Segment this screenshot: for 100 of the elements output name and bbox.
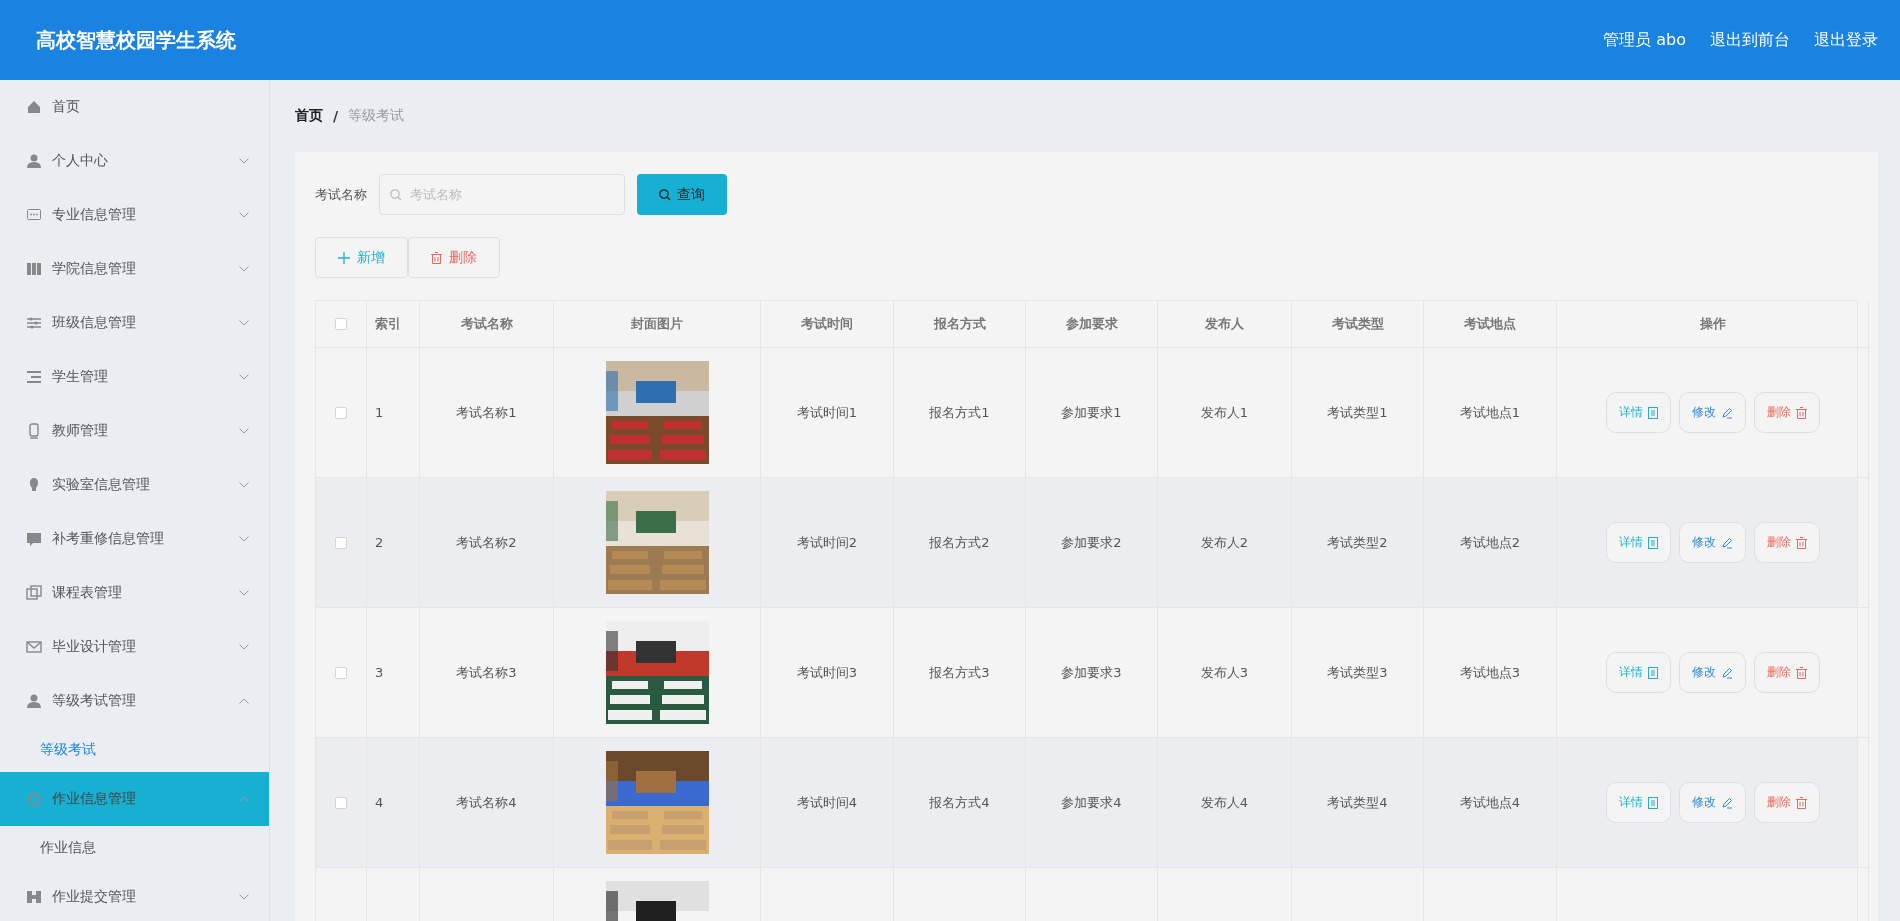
sidebar-item[interactable]: 作业信息管理: [0, 772, 269, 826]
checkbox[interactable]: [335, 318, 347, 330]
column-header: 报名方式: [894, 301, 1026, 348]
table-cell: 2: [375, 535, 384, 550]
column-header: 封面图片: [554, 301, 761, 348]
books-icon: [26, 261, 42, 277]
search-button[interactable]: 查询: [637, 174, 727, 215]
chevron-icon: [239, 374, 249, 380]
delete-button[interactable]: 删除: [1753, 782, 1820, 823]
chat-icon: [26, 207, 42, 223]
detail-button[interactable]: 详情: [1605, 652, 1671, 693]
sidebar-item[interactable]: 首页: [0, 80, 269, 134]
submenu-item[interactable]: 等级考试: [0, 728, 269, 772]
header-link[interactable]: 退出登录: [1814, 29, 1878, 51]
table-cell: 4: [375, 795, 384, 810]
table-cell: 3: [375, 665, 384, 680]
sidebar-item[interactable]: 实验室信息管理: [0, 458, 269, 512]
sidebar-item[interactable]: 个人中心: [0, 134, 269, 188]
table-cell: 参加要求2: [1061, 533, 1122, 552]
table-cell: 考试类型1: [1327, 403, 1388, 422]
table-cell: 报名方式3: [929, 663, 990, 682]
chevron-icon: [239, 644, 249, 650]
checkbox[interactable]: [335, 666, 347, 679]
table-cell: 考试时间1: [796, 403, 858, 422]
user-icon: [26, 153, 42, 169]
trash-icon: [1795, 536, 1807, 549]
chevron-icon: [239, 482, 249, 488]
pencil-icon: [1720, 406, 1733, 419]
trash-icon: [1795, 796, 1807, 809]
pencil-icon: [1720, 536, 1733, 549]
delete-button[interactable]: 删除: [1753, 392, 1820, 433]
detail-button[interactable]: 详情: [1605, 522, 1671, 563]
checkbox[interactable]: [335, 536, 347, 549]
search-icon: [390, 189, 402, 201]
detail-button[interactable]: 详情: [1605, 782, 1671, 823]
table-cell: 考试类型3: [1327, 663, 1388, 682]
message-icon: [26, 531, 42, 547]
chevron-icon: [239, 698, 249, 704]
document-icon: [1647, 796, 1658, 809]
trash-icon: [1795, 666, 1807, 679]
chevron-icon: [239, 158, 249, 164]
pencil-icon: [1720, 796, 1733, 809]
table-cell: 参加要求3: [1061, 663, 1122, 682]
table-cell: 考试名称1: [456, 403, 517, 422]
edit-button[interactable]: 修改: [1678, 782, 1746, 823]
breadcrumb-separator: /: [333, 108, 339, 124]
home-icon: [26, 99, 42, 115]
chevron-icon: [239, 590, 249, 596]
chevron-icon: [239, 796, 249, 802]
edit-button[interactable]: 修改: [1678, 392, 1746, 433]
chevron-icon: [239, 536, 249, 542]
sidebar-item[interactable]: 补考重修信息管理: [0, 512, 269, 566]
sidebar-item[interactable]: 教师管理: [0, 404, 269, 458]
sidebar-item[interactable]: 班级信息管理: [0, 296, 269, 350]
delete-button[interactable]: 删除: [1753, 522, 1820, 563]
header-link[interactable]: 退出到前台: [1710, 29, 1790, 51]
sidebar-item[interactable]: 课程表管理: [0, 566, 269, 620]
table-cell: 考试名称4: [456, 793, 517, 812]
edit-button[interactable]: 修改: [1678, 652, 1746, 693]
detail-button[interactable]: 详情: [1605, 392, 1671, 433]
column-header: 操作: [1557, 301, 1869, 348]
checkbox[interactable]: [335, 796, 347, 809]
search-icon: [659, 188, 671, 201]
table-cell: 发布人3: [1200, 663, 1249, 682]
header-link[interactable]: 管理员 abo: [1603, 29, 1686, 51]
table-cell: 考试地点2: [1459, 533, 1521, 552]
document-icon: [1647, 406, 1658, 419]
sidebar-item[interactable]: 毕业设计管理: [0, 620, 269, 674]
chevron-icon: [239, 894, 249, 900]
column-header: 考试类型: [1292, 301, 1424, 348]
chevron-icon: [239, 428, 249, 434]
table-cell: 报名方式4: [929, 793, 990, 812]
add-button[interactable]: 新增: [315, 237, 408, 278]
delete-button[interactable]: 删除: [408, 237, 500, 278]
column-header: 考试时间: [761, 301, 894, 348]
trash-icon: [431, 251, 442, 264]
sidebar-item[interactable]: 学生管理: [0, 350, 269, 404]
submenu-item[interactable]: 作业信息: [0, 826, 269, 870]
plus-icon: [338, 251, 350, 264]
column-header: 索引: [367, 301, 420, 348]
breadcrumb-item[interactable]: 首页: [295, 107, 323, 125]
edit-button[interactable]: 修改: [1678, 522, 1746, 563]
table-cell: 报名方式1: [929, 403, 990, 422]
sidebar-item[interactable]: 学院信息管理: [0, 242, 269, 296]
column-header: 发布人: [1158, 301, 1292, 348]
table-cell: 发布人1: [1200, 403, 1249, 422]
table-cell: 考试名称2: [456, 533, 517, 552]
user-icon: [26, 693, 42, 709]
sidebar-item[interactable]: 作业提交管理: [0, 870, 269, 921]
chevron-icon: [239, 266, 249, 272]
table-cell: 参加要求4: [1061, 793, 1122, 812]
crosshair-icon: [26, 791, 42, 807]
table-cell: 考试名称3: [456, 663, 517, 682]
trash-icon: [1795, 406, 1807, 419]
table-cell: 考试类型4: [1327, 793, 1388, 812]
checkbox[interactable]: [335, 406, 347, 419]
delete-button[interactable]: 删除: [1753, 652, 1820, 693]
pencil-icon: [1720, 666, 1733, 679]
sidebar-item[interactable]: 等级考试管理: [0, 674, 269, 728]
sidebar-item[interactable]: 专业信息管理: [0, 188, 269, 242]
